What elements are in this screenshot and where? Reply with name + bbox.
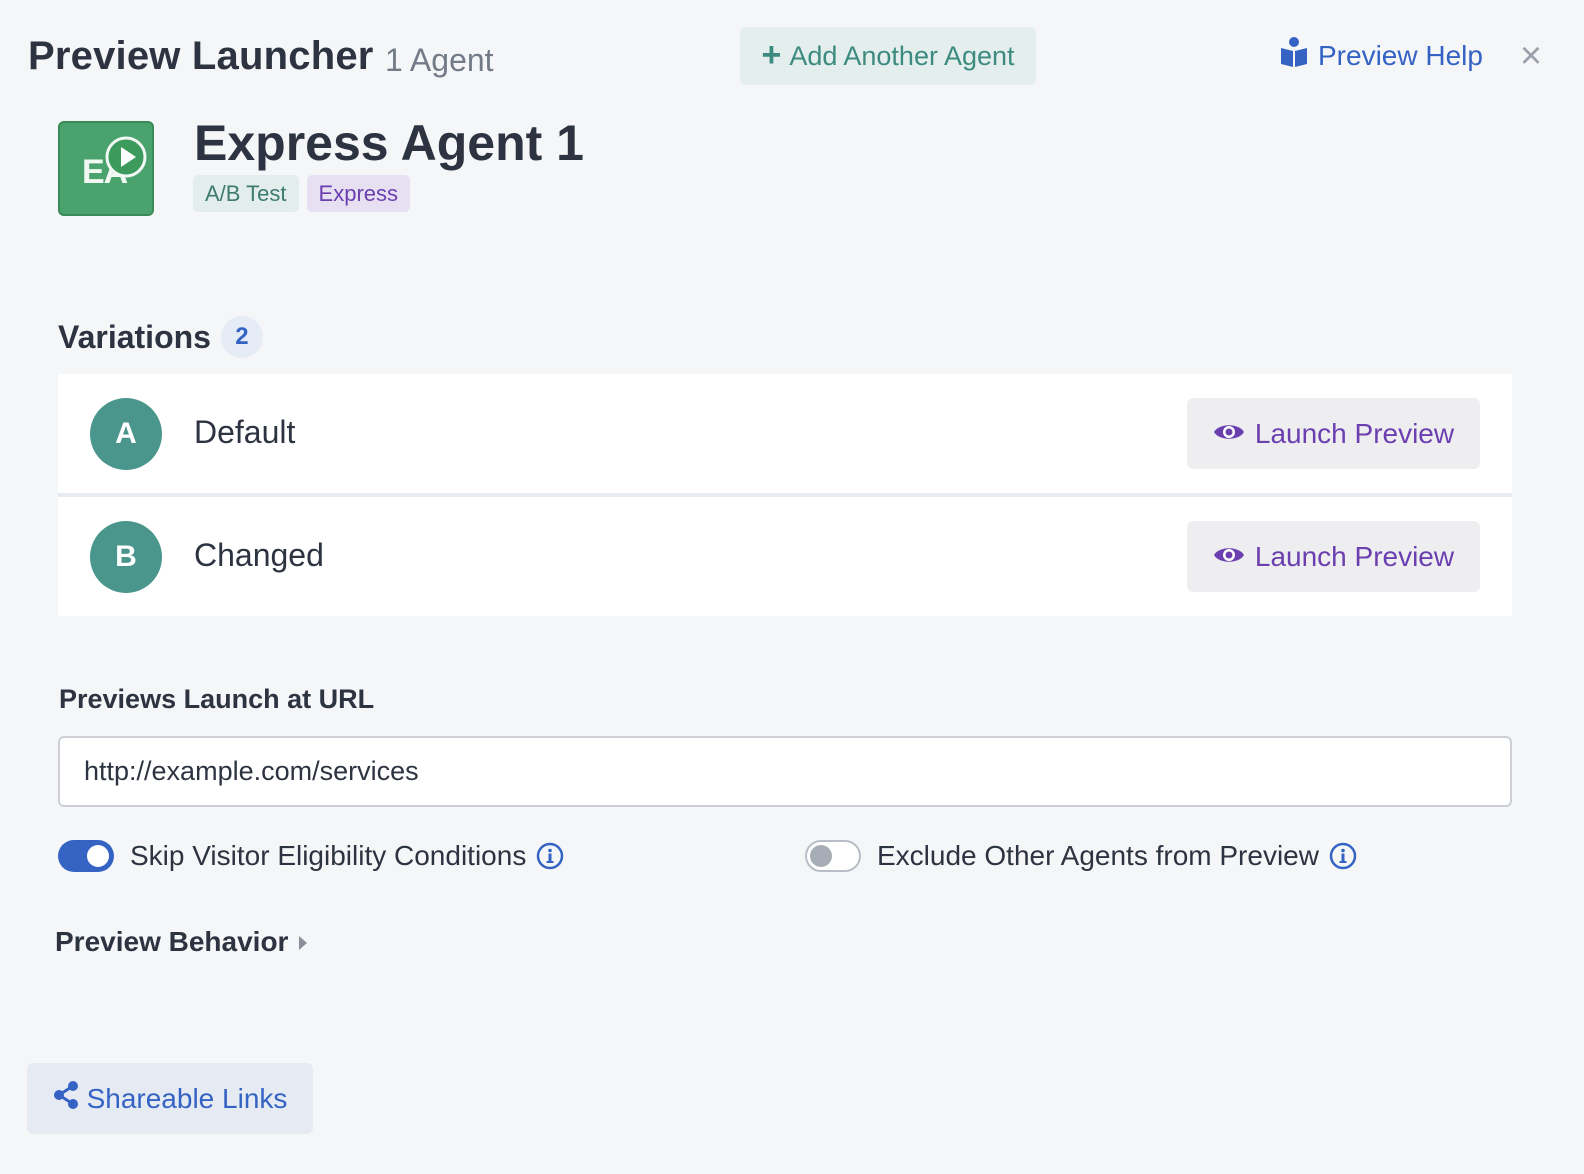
skip-eligibility-toggle[interactable] <box>58 840 114 872</box>
preview-url-input[interactable] <box>58 736 1512 807</box>
add-another-agent-label: Add Another Agent <box>789 40 1015 71</box>
tag-express: Express <box>306 175 411 212</box>
variations-label: Variations <box>58 318 211 355</box>
preview-help-label: Preview Help <box>1318 39 1483 71</box>
close-icon[interactable]: × <box>1516 37 1546 75</box>
preview-help-link[interactable]: Preview Help <box>1280 37 1483 74</box>
agent-tags: A/B Test Express <box>193 175 411 212</box>
header: Preview Launcher 1 Agent + Add Another A… <box>28 27 1556 90</box>
launch-preview-button-a[interactable]: Launch Preview <box>1187 398 1480 469</box>
variation-name: Default <box>194 414 296 450</box>
page-title: Preview Launcher <box>28 34 374 78</box>
variation-letter-badge: B <box>90 521 162 593</box>
add-another-agent-button[interactable]: + Add Another Agent <box>740 27 1036 85</box>
variations-count-badge: 2 <box>220 316 263 358</box>
variations-heading: Variations 2 <box>58 316 263 358</box>
launch-preview-label: Launch Preview <box>1254 417 1455 449</box>
url-label: Previews Launch at URL <box>59 684 375 714</box>
variation-letter-badge: A <box>90 398 162 470</box>
toggle-knob <box>87 845 109 867</box>
caret-right-icon <box>298 926 308 958</box>
play-icon <box>104 135 148 184</box>
plus-icon: + <box>761 35 782 74</box>
variation-divider <box>58 493 1512 497</box>
agent-count: 1 Agent <box>385 42 494 78</box>
preview-behavior-toggle[interactable]: Preview Behavior <box>55 926 308 958</box>
exclude-agents-label: Exclude Other Agents from Preview <box>877 840 1319 871</box>
exclude-agents-setting: Exclude Other Agents from Preview <box>805 840 1357 872</box>
tag-ab-test: A/B Test <box>193 175 299 212</box>
shareable-links-button[interactable]: Shareable Links <box>27 1063 313 1134</box>
agent-avatar: EA <box>58 121 154 216</box>
exclude-agents-toggle[interactable] <box>805 840 861 872</box>
skip-eligibility-label: Skip Visitor Eligibility Conditions <box>130 840 527 871</box>
variation-row-a: A Default Launch Preview <box>58 374 1512 493</box>
info-icon[interactable] <box>536 842 564 870</box>
launch-preview-label: Launch Preview <box>1254 540 1455 572</box>
agent-name: Express Agent 1 <box>194 115 584 171</box>
shareable-links-label: Shareable Links <box>86 1082 288 1114</box>
launch-preview-button-b[interactable]: Launch Preview <box>1187 521 1480 592</box>
eye-icon <box>1213 418 1245 450</box>
variation-row-b: B Changed Launch Preview <box>58 497 1512 616</box>
toggle-knob <box>810 845 832 867</box>
skip-eligibility-setting: Skip Visitor Eligibility Conditions <box>58 840 564 872</box>
variation-name: Changed <box>194 537 324 573</box>
share-icon <box>53 1081 79 1116</box>
preview-behavior-label: Preview Behavior <box>55 926 289 957</box>
info-icon[interactable] <box>1329 842 1357 870</box>
eye-icon <box>1213 541 1245 573</box>
book-reader-icon <box>1280 37 1308 74</box>
